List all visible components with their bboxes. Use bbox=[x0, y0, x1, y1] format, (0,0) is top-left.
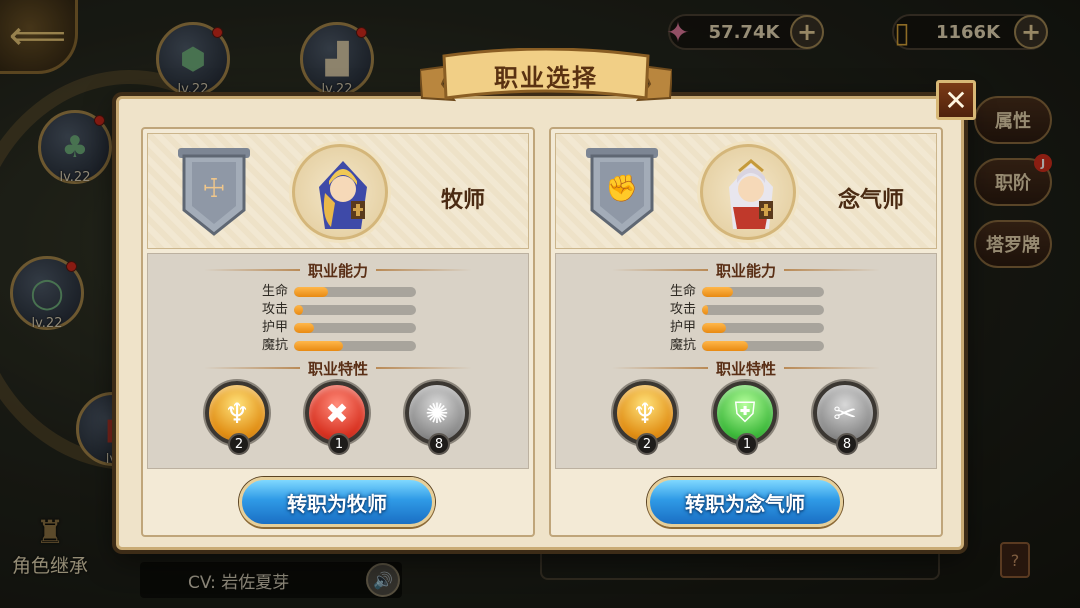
class-header: ☩ 牧师 bbox=[147, 133, 529, 249]
trait-level: 8 bbox=[428, 433, 450, 455]
stat-bar bbox=[702, 305, 824, 315]
trait-level: 1 bbox=[328, 433, 350, 455]
trait-level: 8 bbox=[836, 433, 858, 455]
stat-row-magic-resist: 魔抗 bbox=[148, 338, 528, 354]
close-icon: ✕ bbox=[944, 83, 968, 117]
holy-cross-icon: ☩ bbox=[202, 174, 226, 204]
stat-row-armor: 护甲 bbox=[556, 320, 936, 336]
class-pennant: ☩ bbox=[178, 148, 250, 236]
trait-badge[interactable]: ♆ 2 bbox=[205, 381, 273, 457]
stat-bar bbox=[294, 287, 416, 297]
trait-badge[interactable]: ⛨ 1 bbox=[713, 381, 781, 457]
stat-fill bbox=[294, 323, 314, 333]
trait-badge[interactable]: ✺ 8 bbox=[405, 381, 473, 457]
stat-fill bbox=[294, 305, 303, 315]
trait-level: 2 bbox=[636, 433, 658, 455]
stat-row-magic-resist: 魔抗 bbox=[556, 338, 936, 354]
stat-row-attack: 攻击 bbox=[148, 302, 528, 318]
change-to-priest-button[interactable]: 转职为牧师 bbox=[239, 477, 435, 527]
stat-fill bbox=[294, 341, 343, 351]
stat-fill bbox=[702, 287, 733, 297]
ability-header: 职业能力 bbox=[556, 260, 936, 280]
class-card-qi-master: ✊ 念气师 职业能力 生命 攻击 护甲 魔抗 职业特性 ♆ 2 ⛨ 1 ✂ 8 … bbox=[549, 127, 943, 537]
stat-bar bbox=[294, 305, 416, 315]
class-name: 念气师 bbox=[837, 188, 904, 213]
stat-row-armor: 护甲 bbox=[148, 320, 528, 336]
stat-fill bbox=[702, 305, 709, 315]
trait-level: 2 bbox=[228, 433, 250, 455]
traits-header: 职业特性 bbox=[556, 358, 936, 378]
class-selection-dialog: ☩ 牧师 职业能力 生命 攻击 护甲 魔抗 职业特性 ♆ 2 ✖ 1 ✺ 8 转… bbox=[116, 96, 964, 550]
class-pennant: ✊ bbox=[586, 148, 658, 236]
dialog-title: 职业选择 bbox=[494, 64, 598, 92]
dialog-title-banner: 职业选择 bbox=[420, 48, 672, 110]
stat-bar bbox=[702, 287, 824, 297]
class-card-priest: ☩ 牧师 职业能力 生命 攻击 护甲 魔抗 职业特性 ♆ 2 ✖ 1 ✺ 8 转… bbox=[141, 127, 535, 537]
stat-row-attack: 攻击 bbox=[556, 302, 936, 318]
stat-fill bbox=[702, 323, 727, 333]
stat-row-hp: 生命 bbox=[556, 284, 936, 300]
stat-fill bbox=[702, 341, 749, 351]
qi-master-portrait bbox=[700, 144, 796, 240]
stat-row-hp: 生命 bbox=[148, 284, 528, 300]
trait-badge[interactable]: ✖ 1 bbox=[305, 381, 373, 457]
stat-bar bbox=[702, 323, 824, 333]
priest-portrait bbox=[292, 144, 388, 240]
traits-header: 职业特性 bbox=[148, 358, 528, 378]
class-name: 牧师 bbox=[440, 188, 485, 213]
trait-level: 1 bbox=[736, 433, 758, 455]
stat-fill bbox=[294, 287, 329, 297]
close-button[interactable]: ✕ bbox=[936, 80, 976, 120]
change-to-qi-master-button[interactable]: 转职为念气师 bbox=[647, 477, 843, 527]
class-header: ✊ 念气师 bbox=[555, 133, 937, 249]
trait-badge[interactable]: ✂ 8 bbox=[813, 381, 881, 457]
stat-bar bbox=[294, 341, 416, 351]
stat-bar bbox=[702, 341, 824, 351]
fist-icon: ✊ bbox=[605, 174, 639, 204]
trait-badge[interactable]: ♆ 2 bbox=[613, 381, 681, 457]
stat-bar bbox=[294, 323, 416, 333]
ability-header: 职业能力 bbox=[148, 260, 528, 280]
